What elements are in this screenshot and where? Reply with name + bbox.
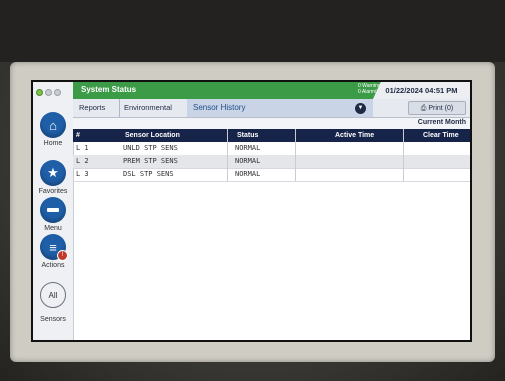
all-label: All [48, 290, 58, 300]
status-bar: System Status 0 Warning(s) 0 Alarm(s) 01… [73, 82, 470, 99]
column-divider [227, 129, 228, 181]
status-dot [45, 89, 52, 96]
column-header-sensor-location[interactable]: Sensor Location [125, 129, 180, 142]
row-number: L 3 [76, 170, 89, 178]
chevron-down-icon[interactable]: ▼ [355, 103, 366, 114]
period-label: Current Month [417, 119, 466, 126]
column-header-status[interactable]: Status [237, 129, 258, 142]
star-icon: ★ [40, 160, 66, 186]
favorites-button[interactable]: ★ Favorites [33, 160, 73, 195]
device-top-edge [0, 0, 505, 62]
print-label: Print (0) [428, 105, 454, 112]
actions-icon: ≡! [40, 234, 68, 261]
sensors-label: Sensors [40, 316, 66, 323]
row-status: NORMAL [235, 144, 261, 152]
breadcrumb-sensor-history[interactable]: Sensor History [187, 99, 373, 117]
date-time: 01/22/2024 04:51 PM [373, 82, 470, 99]
column-header-active-time[interactable]: Active Time [335, 129, 374, 142]
row-status: NORMAL [235, 170, 261, 178]
home-button[interactable]: ⌂ Home [33, 112, 73, 147]
table-row[interactable]: L 1 UNLD STP SENS NORMAL [73, 142, 470, 156]
row-status: NORMAL [235, 157, 261, 165]
printer-icon: ⎙ [420, 105, 427, 112]
breadcrumb-reports[interactable]: Reports [73, 99, 120, 117]
favorites-label: Favorites [38, 188, 68, 195]
home-label: Home [43, 140, 63, 147]
menu-button[interactable]: Menu [33, 197, 73, 232]
row-sensor-location: DSL STP SENS [123, 170, 174, 178]
breadcrumb: Reports Environmental Sensor History ▼ ⎙… [73, 99, 470, 118]
row-number: L 2 [76, 157, 89, 165]
period-label-bar: Current Month [73, 118, 470, 129]
actions-button[interactable]: ≡! Actions [33, 234, 73, 269]
alert-badge-icon: ! [57, 250, 68, 261]
breadcrumb-environmental[interactable]: Environmental [118, 99, 191, 117]
home-icon: ⌂ [40, 112, 66, 138]
actions-label: Actions [41, 262, 65, 269]
print-button[interactable]: ⎙ Print (0) [408, 101, 466, 115]
table-row[interactable]: L 2 PREM STP SENS NORMAL [73, 155, 470, 169]
sidebar: ⌂ Home ★ Favorites Menu ≡! Actions All S… [33, 82, 74, 340]
row-sensor-location: PREM STP SENS [123, 157, 178, 165]
menu-icon [40, 197, 66, 223]
column-header-number[interactable]: # [76, 129, 80, 142]
touch-screen: ⌂ Home ★ Favorites Menu ≡! Actions All S… [33, 82, 470, 340]
table-header: # Sensor Location Status Active Time Cle… [73, 129, 470, 142]
window-dots [36, 89, 61, 96]
all-sensors-button[interactable]: All Sensors [33, 282, 73, 323]
menu-label: Menu [44, 225, 62, 232]
column-header-clear-time[interactable]: Clear Time [423, 129, 459, 142]
table-row[interactable]: L 3 DSL STP SENS NORMAL [73, 168, 470, 182]
column-divider [295, 129, 296, 181]
status-dot [54, 89, 61, 96]
column-divider [403, 129, 404, 181]
row-sensor-location: UNLD STP SENS [123, 144, 178, 152]
status-dot-green [36, 89, 43, 96]
status-title[interactable]: System Status [81, 85, 136, 94]
all-button-circle: All [40, 282, 66, 308]
row-number: L 1 [76, 144, 89, 152]
